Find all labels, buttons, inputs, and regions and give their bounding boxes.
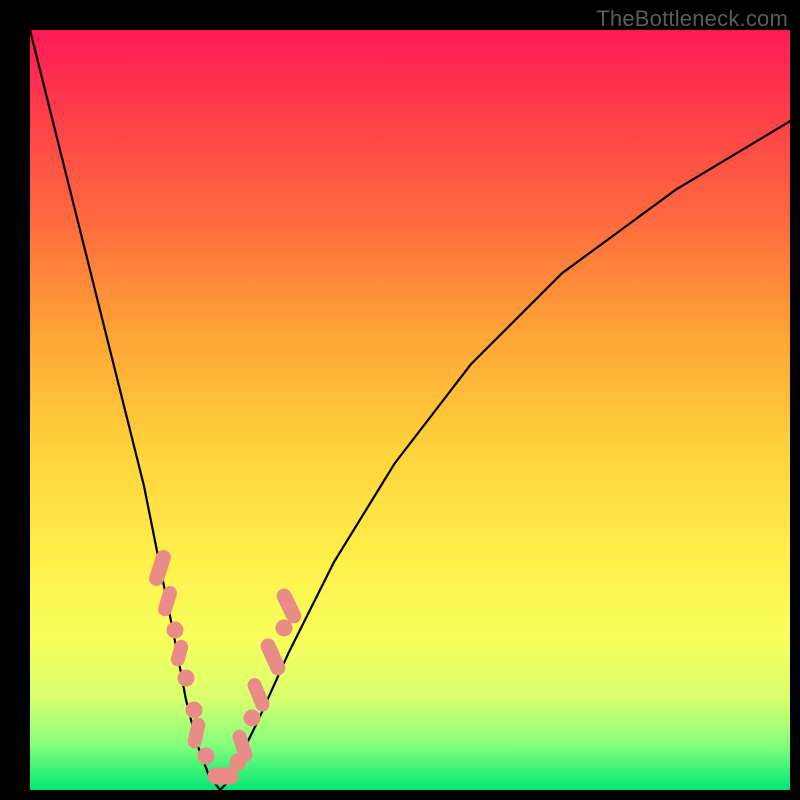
plot-area (30, 30, 790, 790)
curve-markers (148, 549, 303, 784)
chart-frame: TheBottleneck.com (0, 0, 800, 800)
bottleneck-curve (30, 30, 790, 790)
curve-path (30, 30, 790, 790)
watermark-text: TheBottleneck.com (596, 6, 788, 32)
